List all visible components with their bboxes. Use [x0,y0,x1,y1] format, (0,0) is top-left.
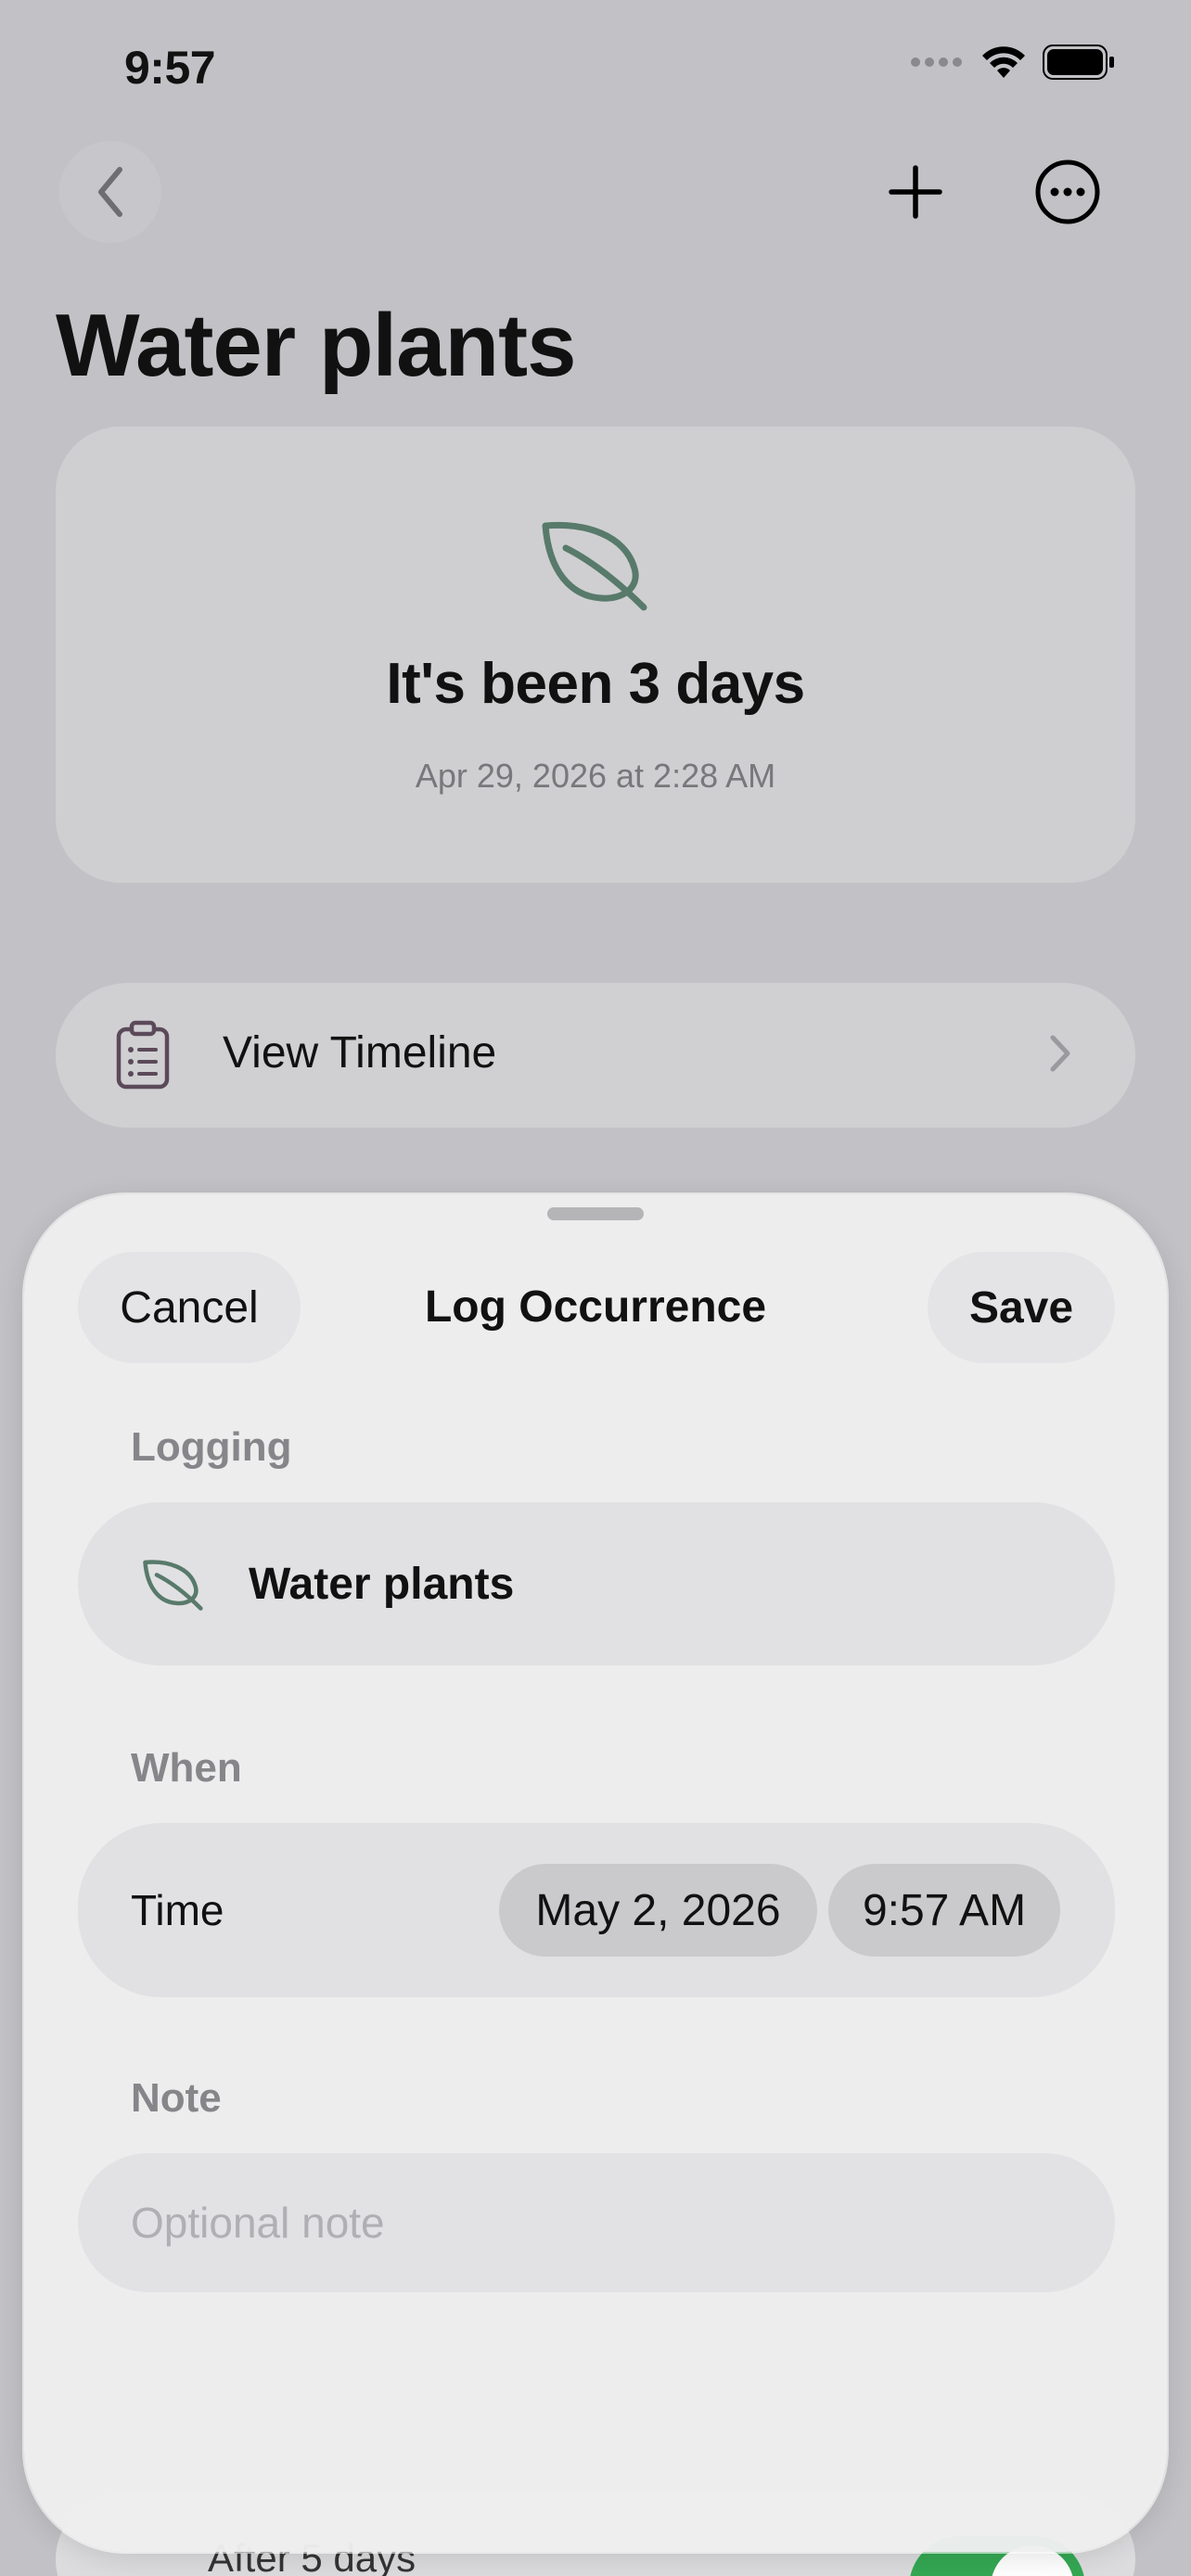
last-logged-timestamp: Apr 29, 2026 at 2:28 AM [415,757,776,795]
ellipsis-circle-icon [1035,159,1100,224]
view-timeline-label: View Timeline [223,1028,497,1078]
chevron-left-icon [98,167,122,217]
leaf-icon [542,521,647,611]
status-icons [911,45,1115,80]
time-picker-button[interactable]: 9:57 AM [828,1864,1060,1957]
time-label: Time [131,1886,224,1934]
view-timeline-row[interactable] [56,983,1135,1128]
add-button[interactable] [864,141,967,243]
leaf-icon [143,1560,203,1611]
note-input[interactable] [131,2193,1058,2252]
battery-icon [1043,45,1114,80]
clipboard-list-icon [116,1020,170,1090]
signal-icon [911,57,962,67]
cancel-button[interactable]: Cancel [78,1252,301,1363]
logging-section-label: Logging [131,1424,292,1470]
note-section-label: Note [131,2075,222,2121]
when-section-label: When [131,1745,242,1791]
chevron-right-icon [1050,1035,1070,1072]
sheet-title: Log Occurrence [424,1282,767,1332]
logging-item-row[interactable] [78,1502,1115,1665]
page-title: Water plants [56,296,577,395]
logging-item-name: Water plants [249,1560,515,1609]
status-time: 9:57 [124,42,216,94]
back-button[interactable] [59,141,161,243]
more-button[interactable] [1017,141,1119,243]
sheet-grabber[interactable] [547,1207,644,1220]
plus-icon [889,165,942,219]
date-picker-button[interactable]: May 2, 2026 [499,1864,817,1957]
save-button[interactable]: Save [928,1252,1115,1363]
elapsed-headline: It's been 3 days [386,652,805,716]
wifi-icon [982,46,1025,78]
